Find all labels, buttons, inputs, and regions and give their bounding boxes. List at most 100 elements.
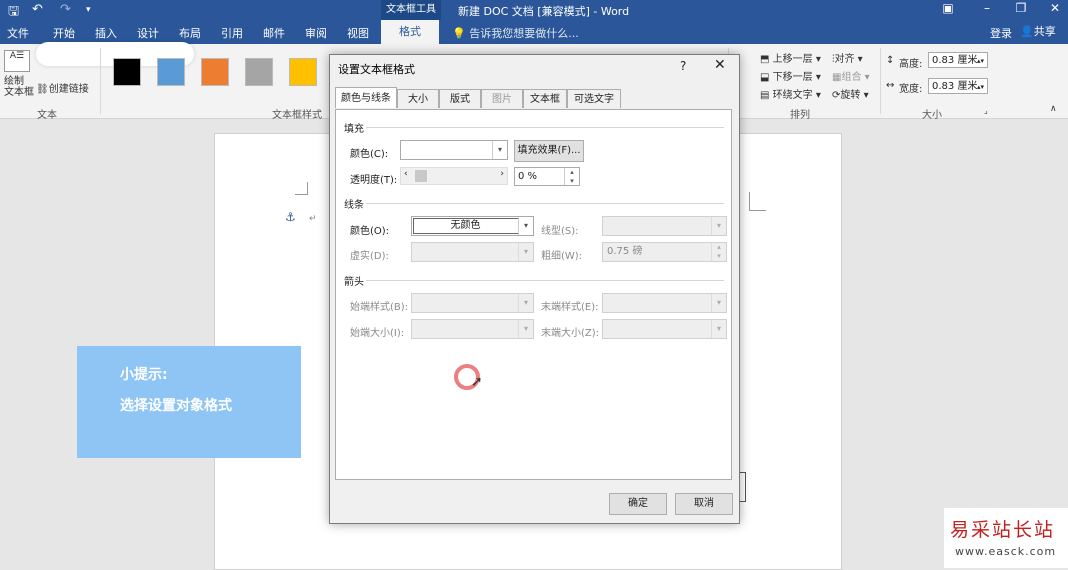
height-input[interactable]: 0.83 厘米 ▴▾ xyxy=(928,52,988,68)
create-link-button[interactable]: ⛓创建链接 xyxy=(36,80,89,95)
style-swatch-black[interactable] xyxy=(113,58,141,86)
group-label: 组合 xyxy=(841,72,862,83)
width-value: 0.83 厘米 xyxy=(932,81,978,92)
bring-forward-label: 上移一层 xyxy=(772,54,813,65)
weight-label: 粗细(W): xyxy=(541,251,583,262)
end-style-dropdown[interactable]: ▾ xyxy=(602,293,727,313)
style-swatch-gray[interactable] xyxy=(245,58,273,86)
begin-size-label: 始端大小(I): xyxy=(350,328,405,339)
tab-home[interactable]: 开始 xyxy=(53,25,75,41)
tab-layout[interactable]: 版式 xyxy=(439,89,481,108)
height-icon: ↕ xyxy=(886,55,895,66)
ribbon-display-icon[interactable]: ▣ xyxy=(937,1,959,15)
spinner-icon[interactable]: ▴ ▾ xyxy=(711,243,726,261)
bring-forward-button[interactable]: ⬒ 上移一层 ▾ xyxy=(760,50,821,65)
help-icon[interactable]: ? xyxy=(680,59,686,73)
group-label-text: 文本 xyxy=(37,110,57,121)
style-swatch-orange[interactable] xyxy=(201,58,229,86)
share-label: 共享 xyxy=(1033,25,1056,38)
height-value: 0.83 厘米 xyxy=(932,55,978,66)
paragraph-mark-icon: ↵ xyxy=(309,214,317,224)
undo-icon[interactable]: ↶ xyxy=(32,2,43,17)
line-color-dropdown[interactable]: 无颜色 ▾ xyxy=(411,216,534,236)
wrap-text-button[interactable]: ▤ 环绕文字 ▾ xyxy=(760,86,821,101)
slider-thumb[interactable] xyxy=(415,170,427,182)
draw-textbox-button[interactable]: 绘制 文本框 xyxy=(4,76,34,98)
customize-qa-icon[interactable]: ▾ xyxy=(86,5,91,15)
fill-color-dropdown[interactable]: ▾ xyxy=(400,140,508,160)
chevron-down-icon: ▾ xyxy=(518,294,533,312)
width-label: 宽度: xyxy=(899,84,923,95)
style-swatch-gold[interactable] xyxy=(289,58,317,86)
dialog-title: 设置文本框格式 xyxy=(338,63,415,76)
login-link[interactable]: 登录 xyxy=(990,25,1012,41)
line-color-label: 颜色(O): xyxy=(350,226,390,237)
minimize-icon[interactable]: – xyxy=(976,1,998,15)
tell-me-text: 告诉我您想要做什么... xyxy=(469,27,579,40)
end-size-label: 末端大小(Z): xyxy=(541,328,600,339)
tab-references[interactable]: 引用 xyxy=(221,25,243,41)
anchor-icon: ⚓ xyxy=(285,210,296,224)
tab-format[interactable]: 格式 xyxy=(381,20,439,44)
dash-dropdown[interactable]: ▾ xyxy=(411,242,534,262)
tab-colors-lines[interactable]: 颜色与线条 xyxy=(335,87,397,108)
tab-file[interactable]: 文件 xyxy=(7,25,29,41)
group-label-size: 大小 xyxy=(922,110,942,121)
rotate-button[interactable]: ⟳旋转 ▾ xyxy=(832,86,869,101)
dialog-tabs: 颜色与线条 大小 版式 图片 文本框 可选文字 xyxy=(335,87,732,110)
transparency-value: 0 % xyxy=(518,171,538,182)
tab-textbox[interactable]: 文本框 xyxy=(523,89,567,108)
weight-input[interactable]: 0.75 磅 ▴ ▾ xyxy=(602,242,727,262)
wrap-text-label: 环绕文字 xyxy=(772,90,813,101)
tab-alt-text[interactable]: 可选文字 xyxy=(567,89,621,108)
line-style-dropdown[interactable]: ▾ xyxy=(602,216,727,236)
chevron-left-icon[interactable]: ‹ xyxy=(404,169,408,179)
redo-icon[interactable]: ↷ xyxy=(60,2,71,17)
tab-view[interactable]: 视图 xyxy=(347,25,369,41)
bring-forward-icon: ⬒ xyxy=(760,54,770,65)
begin-style-dropdown[interactable]: ▾ xyxy=(411,293,534,313)
send-backward-button[interactable]: ⬓ 下移一层 ▾ xyxy=(760,68,821,83)
group-label-arrange: 排列 xyxy=(790,110,810,121)
tell-me-box[interactable]: 💡 告诉我您想要做什么... xyxy=(452,25,579,41)
tab-insert[interactable]: 插入 xyxy=(95,25,117,41)
ok-button[interactable]: 确定 xyxy=(609,493,667,515)
chevron-down-icon: ▾ xyxy=(518,243,533,261)
begin-style-label: 始端样式(B): xyxy=(350,302,409,313)
share-button[interactable]: 👤共享 xyxy=(1020,22,1064,42)
tab-layout[interactable]: 布局 xyxy=(179,25,201,41)
format-textbox-dialog: 设置文本框格式 ? ✕ 颜色与线条 大小 版式 图片 文本框 可选文字 填充 颜… xyxy=(329,54,740,524)
transparency-input[interactable]: 0 % ▴ ▾ xyxy=(514,167,580,186)
tab-design[interactable]: 设计 xyxy=(137,25,159,41)
restore-icon[interactable]: ❐ xyxy=(1010,1,1032,15)
tab-review[interactable]: 审阅 xyxy=(305,25,327,41)
line-color-value: 无颜色 xyxy=(412,218,519,234)
rotate-label: 旋转 xyxy=(840,90,861,101)
collapse-ribbon-icon[interactable]: ∧ xyxy=(1050,104,1057,114)
size-dialog-launcher-icon[interactable]: ⌟ xyxy=(984,106,988,115)
close-icon[interactable]: ✕ xyxy=(714,57,726,73)
align-label: 对齐 xyxy=(834,54,855,65)
dash-label: 虚实(D): xyxy=(350,251,389,262)
group-button[interactable]: ▦组合 ▾ xyxy=(832,68,870,83)
align-button[interactable]: ⫶对齐 ▾ xyxy=(832,50,863,65)
fill-section-title: 填充 xyxy=(344,124,364,135)
end-size-dropdown[interactable]: ▾ xyxy=(602,319,727,339)
textbox-icon: A☰ xyxy=(4,50,30,72)
tab-mailings[interactable]: 邮件 xyxy=(263,25,285,41)
close-window-icon[interactable]: ✕ xyxy=(1044,1,1066,15)
wrap-text-icon: ▤ xyxy=(760,90,770,101)
transparency-slider[interactable]: ‹ › xyxy=(400,167,508,185)
cancel-button[interactable]: 取消 xyxy=(675,493,733,515)
tab-size[interactable]: 大小 xyxy=(397,89,439,108)
tip-box: 小提示: 选择设置对象格式 xyxy=(77,346,301,458)
tab-picture[interactable]: 图片 xyxy=(481,89,523,108)
chevron-right-icon[interactable]: › xyxy=(500,169,504,179)
end-style-label: 末端样式(E): xyxy=(541,302,599,313)
spinner-icon[interactable]: ▴ ▾ xyxy=(564,168,579,185)
begin-size-dropdown[interactable]: ▾ xyxy=(411,319,534,339)
style-swatch-blue[interactable] xyxy=(157,58,185,86)
section-divider xyxy=(366,127,724,128)
width-input[interactable]: 0.83 厘米 ▴▾ xyxy=(928,78,988,94)
fill-effects-button[interactable]: 填充效果(F)... xyxy=(514,140,584,162)
